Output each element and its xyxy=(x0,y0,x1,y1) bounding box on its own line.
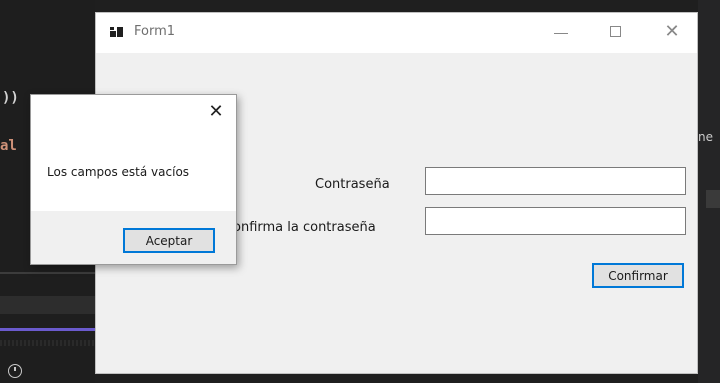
ide-pattern-bar xyxy=(0,340,95,346)
confirm-password-input[interactable] xyxy=(425,207,686,235)
confirm-button[interactable]: Confirmar xyxy=(592,263,684,288)
ide-panel-bar xyxy=(0,296,95,314)
clock-icon[interactable] xyxy=(8,364,22,378)
ide-progress-bar xyxy=(0,328,95,331)
maximize-icon[interactable] xyxy=(604,21,628,45)
minimize-icon[interactable] xyxy=(549,21,573,45)
ok-button[interactable]: Aceptar xyxy=(123,228,215,253)
close-icon[interactable]: ✕ xyxy=(205,101,227,123)
password-input[interactable] xyxy=(425,167,686,195)
close-icon[interactable]: ✕ xyxy=(660,21,684,45)
app-icon xyxy=(110,27,124,39)
ide-code-line: )) xyxy=(2,90,19,106)
confirm-password-label: onfirma la contraseña xyxy=(233,220,376,235)
ide-divider xyxy=(0,272,95,274)
window-title: Form1 xyxy=(134,24,176,39)
password-label: Contraseña xyxy=(315,177,390,192)
message-text: Los campos está vacíos xyxy=(47,165,190,179)
ide-right-bar xyxy=(706,190,720,208)
title-bar[interactable]: Form1 ✕ xyxy=(96,13,697,53)
ide-right-text: ne xyxy=(698,130,713,144)
ide-right-pane: ne xyxy=(698,0,720,383)
ide-code-line: al xyxy=(0,138,17,154)
message-box-dialog: ✕ Los campos está vacíos Aceptar xyxy=(30,94,237,265)
